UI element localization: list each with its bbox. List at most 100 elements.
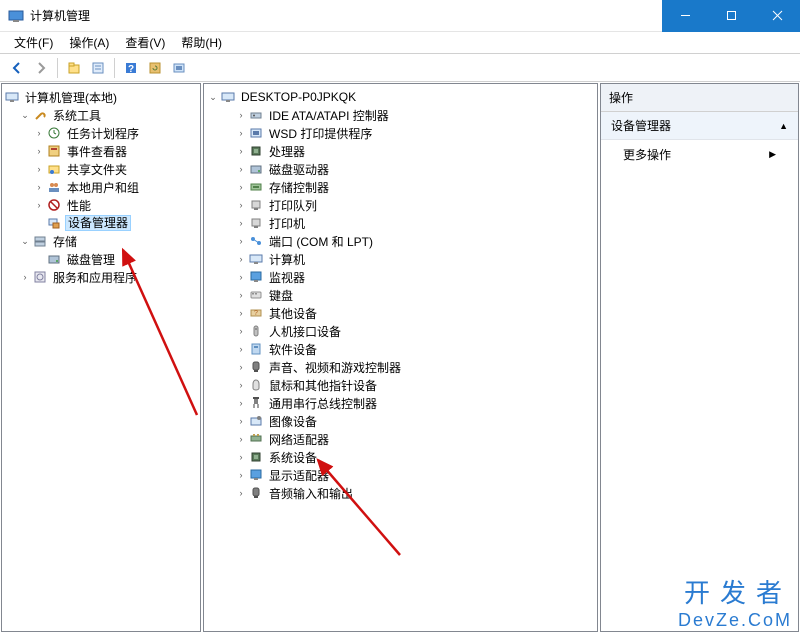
toolbar: ? — [0, 54, 800, 82]
collapse-icon[interactable]: ⌄ — [18, 236, 32, 247]
device-item[interactable]: ›存储控制器 — [204, 178, 597, 196]
device-item[interactable]: ›鼠标和其他指针设备 — [204, 376, 597, 394]
back-button[interactable] — [6, 57, 28, 79]
menu-help[interactable]: 帮助(H) — [173, 32, 230, 53]
expand-icon[interactable]: › — [234, 326, 248, 336]
tree-shared-folders[interactable]: ›共享文件夹 — [2, 160, 200, 178]
expand-icon[interactable]: › — [234, 290, 248, 300]
folder-share-icon — [46, 161, 62, 177]
perf-icon — [46, 197, 62, 213]
device-icon — [248, 449, 264, 465]
expand-icon[interactable]: › — [32, 200, 46, 210]
tree-services-apps[interactable]: ›服务和应用程序 — [2, 268, 200, 286]
expand-icon[interactable]: › — [234, 452, 248, 462]
collapse-icon[interactable]: ⌄ — [206, 92, 220, 103]
expand-icon[interactable]: › — [18, 272, 32, 282]
expand-icon[interactable]: › — [234, 164, 248, 174]
collapse-icon: ▲ — [779, 121, 788, 131]
expand-icon[interactable]: › — [234, 308, 248, 318]
expand-icon[interactable]: › — [32, 146, 46, 156]
expand-icon[interactable]: › — [234, 380, 248, 390]
help-button[interactable]: ? — [120, 57, 142, 79]
tools-icon — [32, 107, 48, 123]
device-item[interactable]: ›键盘 — [204, 286, 597, 304]
chevron-right-icon: ▶ — [769, 149, 776, 160]
actions-subheader[interactable]: 设备管理器 ▲ — [601, 112, 798, 140]
tree-system-tools[interactable]: ⌄ 系统工具 — [2, 106, 200, 124]
expand-icon[interactable]: › — [234, 470, 248, 480]
up-button[interactable] — [63, 57, 85, 79]
device-icon — [248, 485, 264, 501]
maximize-button[interactable] — [708, 0, 754, 32]
tree-device-manager[interactable]: 设备管理器 — [2, 214, 200, 232]
expand-icon[interactable]: › — [234, 218, 248, 228]
device-item[interactable]: ›计算机 — [204, 250, 597, 268]
minimize-button[interactable] — [662, 0, 708, 32]
expand-icon[interactable]: › — [32, 182, 46, 192]
device-item[interactable]: ›IDE ATA/ATAPI 控制器 — [204, 106, 597, 124]
device-item[interactable]: ›监视器 — [204, 268, 597, 286]
device-icon — [248, 125, 264, 141]
device-root[interactable]: ⌄ DESKTOP-P0JPKQK — [204, 88, 597, 106]
show-hidden-button[interactable] — [168, 57, 190, 79]
expand-icon[interactable]: › — [32, 164, 46, 174]
collapse-icon[interactable]: ⌄ — [18, 110, 32, 121]
expand-icon[interactable]: › — [234, 254, 248, 264]
device-item[interactable]: ›声音、视频和游戏控制器 — [204, 358, 597, 376]
titlebar: 计算机管理 — [0, 0, 800, 32]
tree-task-scheduler[interactable]: ›任务计划程序 — [2, 124, 200, 142]
device-item[interactable]: ›?其他设备 — [204, 304, 597, 322]
device-item[interactable]: ›打印队列 — [204, 196, 597, 214]
tree-local-users[interactable]: ›本地用户和组 — [2, 178, 200, 196]
tree-event-viewer[interactable]: ›事件查看器 — [2, 142, 200, 160]
device-item[interactable]: ›软件设备 — [204, 340, 597, 358]
device-item[interactable]: ›系统设备 — [204, 448, 597, 466]
properties-button[interactable] — [87, 57, 109, 79]
device-item[interactable]: ›磁盘驱动器 — [204, 160, 597, 178]
device-item[interactable]: ›网络适配器 — [204, 430, 597, 448]
tree-root-computer-mgmt[interactable]: 计算机管理(本地) — [2, 88, 200, 106]
expand-icon[interactable]: › — [234, 146, 248, 156]
forward-button[interactable] — [30, 57, 52, 79]
device-icon — [248, 161, 264, 177]
device-item[interactable]: ›人机接口设备 — [204, 322, 597, 340]
tree-performance[interactable]: ›性能 — [2, 196, 200, 214]
svg-text:?: ? — [254, 310, 258, 317]
tree-storage[interactable]: ⌄存储 — [2, 232, 200, 250]
device-item[interactable]: ›处理器 — [204, 142, 597, 160]
device-item[interactable]: ›端口 (COM 和 LPT) — [204, 232, 597, 250]
device-icon — [248, 359, 264, 375]
expand-icon[interactable]: › — [234, 362, 248, 372]
tree-disk-mgmt[interactable]: 磁盘管理 — [2, 250, 200, 268]
menu-action[interactable]: 操作(A) — [61, 32, 117, 53]
app-icon — [8, 8, 24, 24]
expand-icon[interactable]: › — [234, 344, 248, 354]
device-icon — [248, 179, 264, 195]
device-item[interactable]: ›显示适配器 — [204, 466, 597, 484]
expand-icon[interactable]: › — [234, 488, 248, 498]
menu-file[interactable]: 文件(F) — [6, 32, 61, 53]
device-icon — [248, 323, 264, 339]
expand-icon[interactable]: › — [32, 128, 46, 138]
expand-icon[interactable]: › — [234, 236, 248, 246]
device-icon — [248, 143, 264, 159]
device-item[interactable]: ›打印机 — [204, 214, 597, 232]
device-item[interactable]: ›音频输入和输出 — [204, 484, 597, 502]
device-icon — [248, 233, 264, 249]
expand-icon[interactable]: › — [234, 182, 248, 192]
expand-icon[interactable]: › — [234, 416, 248, 426]
actions-more[interactable]: 更多操作 ▶ — [601, 140, 798, 169]
expand-icon[interactable]: › — [234, 200, 248, 210]
expand-icon[interactable]: › — [234, 272, 248, 282]
users-icon — [46, 179, 62, 195]
expand-icon[interactable]: › — [234, 434, 248, 444]
device-item[interactable]: ›通用串行总线控制器 — [204, 394, 597, 412]
expand-icon[interactable]: › — [234, 398, 248, 408]
expand-icon[interactable]: › — [234, 110, 248, 120]
device-item[interactable]: ›WSD 打印提供程序 — [204, 124, 597, 142]
device-item[interactable]: ›图像设备 — [204, 412, 597, 430]
refresh-button[interactable] — [144, 57, 166, 79]
close-button[interactable] — [754, 0, 800, 32]
expand-icon[interactable]: › — [234, 128, 248, 138]
menu-view[interactable]: 查看(V) — [117, 32, 173, 53]
